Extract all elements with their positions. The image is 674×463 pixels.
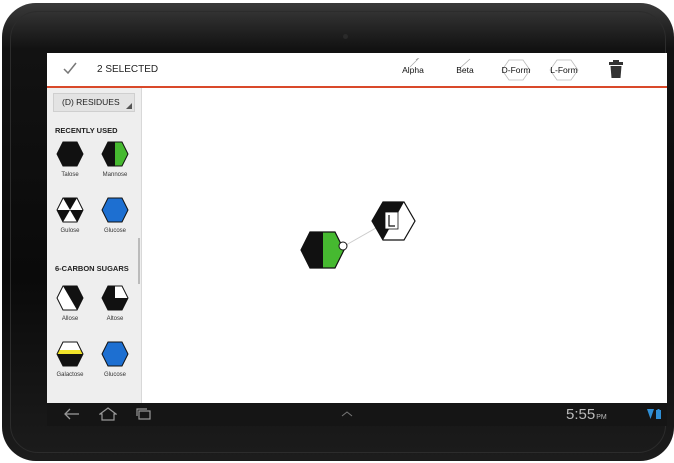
section-title-recently-used: RECENTLY USED xyxy=(55,126,118,135)
status-clock: 5:55PM xyxy=(566,406,607,423)
altose-hexagon-icon xyxy=(101,285,129,311)
residue-palette: (D) RESIDUES RECENTLY USED Talose Mannos… xyxy=(47,88,142,403)
dropdown-caret-icon xyxy=(126,103,132,109)
residue-label: Talose xyxy=(61,172,79,178)
tablet-screen: 2 SELECTED Alpha Beta D-Form L-Form (D) … xyxy=(47,53,667,426)
action-bar: 2 SELECTED Alpha Beta D-Form L-Form xyxy=(47,53,667,88)
residue-mannose[interactable]: Mannose xyxy=(95,140,135,186)
mannose-hexagon-icon xyxy=(101,141,129,167)
residue-glucose-2[interactable]: Glucose xyxy=(95,340,135,386)
glucose-hexagon-icon xyxy=(101,341,129,367)
menu-up-icon[interactable] xyxy=(340,409,354,419)
battery-icon xyxy=(656,409,661,419)
home-icon[interactable] xyxy=(99,407,117,421)
attachment-point-icon[interactable] xyxy=(338,241,348,251)
alpha-button[interactable]: Alpha xyxy=(396,58,430,82)
residue-label: Altose xyxy=(106,316,124,322)
section-title-6-carbon-sugars: 6-CARBON SUGARS xyxy=(55,264,129,273)
residue-label: Gulose xyxy=(60,228,80,234)
check-icon[interactable] xyxy=(62,61,78,75)
dropdown-label: (D) RESIDUES xyxy=(62,97,120,107)
clock-time: 5:55 xyxy=(566,406,596,423)
residue-galactose[interactable]: Galactose xyxy=(50,340,90,386)
residue-glucose[interactable]: Glucose xyxy=(95,196,135,242)
residue-label: Mannose xyxy=(102,172,128,178)
front-camera xyxy=(343,34,348,39)
allose-hexagon-icon xyxy=(56,285,84,311)
trash-icon[interactable] xyxy=(609,60,623,78)
palette-scrollbar[interactable] xyxy=(138,238,140,284)
recent-apps-icon[interactable] xyxy=(135,407,153,421)
beta-button[interactable]: Beta xyxy=(450,58,480,82)
d-form-button[interactable]: D-Form xyxy=(499,58,533,82)
residue-label: Allose xyxy=(61,316,79,322)
residue-altose[interactable]: Altose xyxy=(95,284,135,330)
residue-talose[interactable]: Talose xyxy=(50,140,90,186)
selection-count: 2 SELECTED xyxy=(97,64,159,75)
residue-type-dropdown[interactable]: (D) RESIDUES xyxy=(53,93,135,112)
residue-label: Glucose xyxy=(103,372,126,378)
glucose-hexagon-icon xyxy=(101,197,129,223)
canvas-node-l-form[interactable] xyxy=(371,201,416,241)
residue-allose[interactable]: Allose xyxy=(50,284,90,330)
talose-hexagon-icon xyxy=(56,141,84,167)
canvas-drawing xyxy=(300,201,416,269)
residue-gulose[interactable]: Gulose xyxy=(50,196,90,242)
l-form-button[interactable]: L-Form xyxy=(547,58,581,82)
residue-label: Galactose xyxy=(56,372,84,378)
galactose-hexagon-icon xyxy=(56,341,84,367)
residue-label: Glucose xyxy=(103,228,126,234)
structure-canvas[interactable] xyxy=(142,88,667,403)
back-icon[interactable] xyxy=(63,407,81,421)
system-navigation-bar: 5:55PM xyxy=(47,403,667,426)
wifi-icon xyxy=(647,409,654,419)
clock-ampm: PM xyxy=(596,414,607,421)
canvas-node-mannose[interactable] xyxy=(300,231,348,269)
gulose-hexagon-icon xyxy=(56,197,84,223)
